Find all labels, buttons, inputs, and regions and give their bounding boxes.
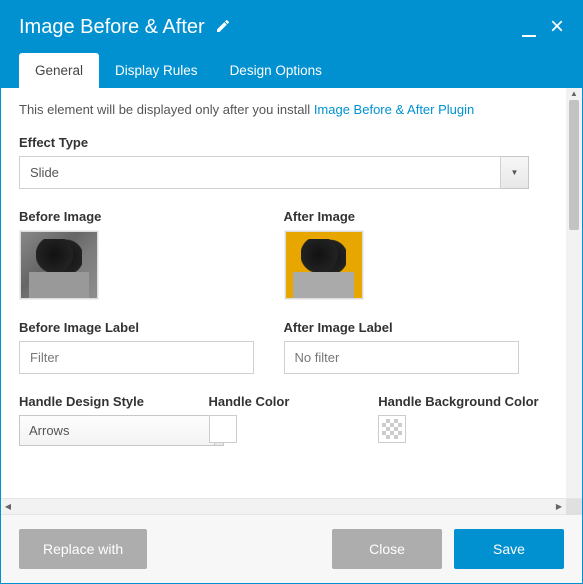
before-image-label: Before Image bbox=[19, 209, 284, 224]
scroll-left-icon[interactable]: ◀ bbox=[1, 502, 15, 511]
close-icon[interactable]: × bbox=[550, 15, 564, 39]
effect-type-label: Effect Type bbox=[19, 135, 548, 150]
handle-style-select[interactable]: ▼ bbox=[19, 415, 179, 446]
notice-text: This element will be displayed only afte… bbox=[19, 102, 314, 117]
edit-title-icon[interactable] bbox=[215, 18, 231, 37]
handle-style-label: Handle Design Style bbox=[19, 394, 209, 409]
scroll-thumb-vertical[interactable] bbox=[569, 100, 579, 230]
modal-body: This element will be displayed only afte… bbox=[1, 88, 566, 498]
save-button[interactable]: Save bbox=[454, 529, 564, 569]
handle-color-label: Handle Color bbox=[209, 394, 379, 409]
effect-type-value[interactable] bbox=[19, 156, 501, 189]
handle-bg-label: Handle Background Color bbox=[378, 394, 548, 409]
scroll-corner bbox=[566, 499, 582, 515]
tab-design-options[interactable]: Design Options bbox=[214, 53, 338, 88]
tabs: General Display Rules Design Options bbox=[19, 53, 564, 88]
modal-header: Image Before & After × General Display R… bbox=[1, 1, 582, 88]
modal-footer: Replace with Close Save bbox=[1, 514, 582, 583]
install-notice: This element will be displayed only afte… bbox=[19, 102, 548, 117]
before-label-label: Before Image Label bbox=[19, 320, 284, 335]
handle-color-swatch[interactable] bbox=[209, 415, 237, 443]
after-image-thumbnail[interactable] bbox=[284, 230, 364, 300]
effect-type-dropdown-button[interactable]: ▼ bbox=[501, 156, 529, 189]
minimize-icon[interactable] bbox=[522, 35, 536, 37]
effect-type-select[interactable]: ▼ bbox=[19, 156, 529, 189]
modal-image-before-after: Image Before & After × General Display R… bbox=[0, 0, 583, 584]
close-button[interactable]: Close bbox=[332, 529, 442, 569]
before-image-thumbnail[interactable] bbox=[19, 230, 99, 300]
before-label-input[interactable] bbox=[19, 341, 254, 374]
replace-with-button[interactable]: Replace with bbox=[19, 529, 147, 569]
horizontal-scrollbar[interactable]: ◀ ▶ bbox=[1, 498, 582, 514]
after-label-label: After Image Label bbox=[284, 320, 549, 335]
scroll-up-icon[interactable]: ▲ bbox=[566, 88, 582, 100]
tab-general[interactable]: General bbox=[19, 53, 99, 88]
vertical-scrollbar[interactable]: ▲ bbox=[566, 88, 582, 498]
tab-display-rules[interactable]: Display Rules bbox=[99, 53, 214, 88]
handle-bg-swatch[interactable] bbox=[378, 415, 406, 443]
after-image-label: After Image bbox=[284, 209, 549, 224]
chevron-down-icon: ▼ bbox=[511, 168, 519, 177]
after-label-input[interactable] bbox=[284, 341, 519, 374]
plugin-link[interactable]: Image Before & After Plugin bbox=[314, 102, 474, 117]
handle-style-value[interactable] bbox=[19, 415, 215, 446]
scroll-right-icon[interactable]: ▶ bbox=[552, 502, 566, 511]
modal-title: Image Before & After bbox=[19, 16, 205, 39]
